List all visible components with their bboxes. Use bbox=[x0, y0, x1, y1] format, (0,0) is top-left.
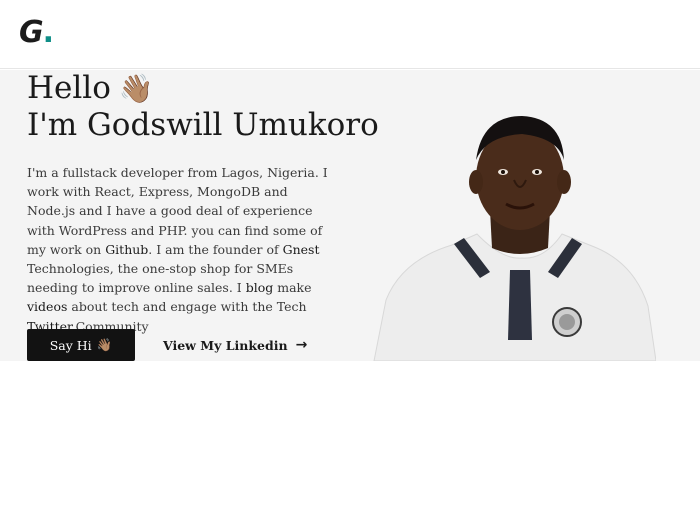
greeting-text: Hello bbox=[27, 70, 111, 106]
hero-headline: Hello 👋🏽 I'm Godswill Umukoro bbox=[27, 70, 379, 143]
greeting-line: Hello 👋🏽 bbox=[27, 70, 379, 107]
logo-dot: . bbox=[42, 15, 54, 50]
gnest-link[interactable]: Gnest bbox=[283, 242, 320, 257]
site-logo[interactable]: G. bbox=[19, 15, 54, 50]
bio-paragraph: I'm a fullstack developer from Lagos, Ni… bbox=[27, 163, 337, 336]
github-link[interactable]: Github bbox=[105, 242, 148, 257]
waving-hand-icon: 👋🏽 bbox=[118, 72, 154, 105]
portrait-image bbox=[372, 110, 656, 361]
person-portrait-icon bbox=[373, 116, 656, 361]
videos-link[interactable]: videos bbox=[27, 299, 67, 314]
intro-line: I'm Godswill Umukoro bbox=[27, 107, 379, 143]
blog-link[interactable]: blog bbox=[246, 280, 274, 295]
say-hi-button[interactable]: Say Hi 👋🏽 bbox=[27, 329, 135, 361]
bio-text: . I am the founder of bbox=[148, 241, 283, 257]
arrow-right-icon: → bbox=[295, 337, 308, 353]
waving-hand-icon: 👋🏽 bbox=[96, 337, 113, 352]
bio-text: about tech and engage with the Tech bbox=[67, 299, 307, 315]
view-linkedin-link[interactable]: View My Linkedin → bbox=[163, 329, 307, 361]
say-hi-label: Say Hi bbox=[49, 337, 92, 353]
hero-section: Hello 👋🏽 I'm Godswill Umukoro I'm a fulls… bbox=[0, 70, 700, 361]
linkedin-label: View My Linkedin bbox=[163, 337, 288, 353]
logo-letter: G bbox=[19, 15, 44, 50]
site-header: G. bbox=[0, 0, 700, 69]
bio-text: make bbox=[273, 280, 312, 296]
